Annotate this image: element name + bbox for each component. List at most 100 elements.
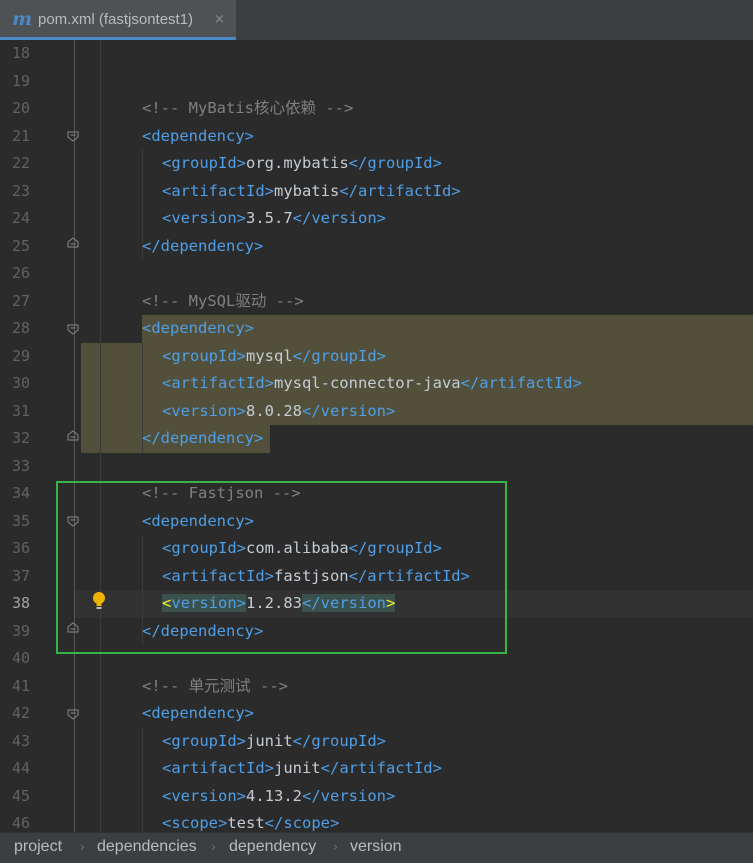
line-number: 28: [11, 319, 30, 337]
fold-expand-icon[interactable]: [67, 430, 79, 441]
indent-guide: [142, 727, 143, 832]
code-line[interactable]: <!-- MyBatis核心依赖 -->: [142, 95, 353, 123]
line-number: 23: [11, 181, 30, 200]
line-number: 25: [11, 236, 30, 255]
line-number: 32: [11, 429, 30, 447]
line-number: 27: [11, 291, 30, 310]
code-line[interactable]: <artifactId>junit</artifactId>: [162, 755, 442, 783]
line-number: 20: [11, 99, 30, 117]
line-number: 45: [11, 786, 30, 805]
xml-tag: <version>: [162, 786, 246, 805]
fold-collapse-icon[interactable]: [67, 131, 79, 142]
line-number: 44: [11, 759, 30, 777]
line-number: 41: [11, 676, 30, 695]
xml-tag: <dependency>: [142, 319, 254, 337]
indent-guide: [100, 40, 101, 832]
code-line[interactable]: <dependency>: [142, 315, 254, 343]
xml-text: test: [227, 814, 265, 832]
line-number: 29: [11, 346, 30, 365]
close-icon[interactable]: ×: [214, 12, 225, 28]
line-number: 34: [11, 484, 30, 502]
xml-tag: <dependency>: [142, 126, 254, 145]
code-line[interactable]: </dependency>: [142, 233, 263, 261]
breadcrumb-separator: ›: [80, 838, 85, 854]
xml-tag: <groupId>: [162, 731, 246, 750]
fold-collapse-icon[interactable]: [67, 709, 79, 720]
breadcrumb-version[interactable]: version: [350, 838, 402, 856]
line-number: 40: [11, 649, 30, 667]
xml-tag: <scope>: [162, 814, 228, 832]
code-line[interactable]: <dependency>: [142, 123, 254, 151]
xml-comment: <!-- MySQL驱动 -->: [142, 291, 304, 310]
code-line[interactable]: <version>8.0.28</version>: [162, 398, 395, 426]
xml-tag: <groupId>: [162, 154, 246, 172]
tab-pom-xml[interactable]: m pom.xml (fastjsontest1) ×: [0, 0, 236, 40]
xml-text: mybatis: [273, 181, 340, 200]
code-line[interactable]: <artifactId>mysql-connector-java</artifa…: [162, 370, 582, 398]
line-number: 38: [11, 594, 30, 612]
maven-m-icon: m: [12, 8, 33, 30]
line-number: 35: [11, 511, 30, 530]
xml-tag: </dependency>: [142, 236, 264, 255]
code-line[interactable]: </dependency>: [142, 425, 263, 453]
line-number: 21: [11, 126, 30, 145]
editor-tab-bar: m pom.xml (fastjsontest1) ×: [0, 0, 753, 41]
line-number: 46: [11, 814, 30, 832]
line-number: 33: [11, 456, 30, 475]
annotation-box: [56, 481, 507, 654]
line-number: 18: [11, 44, 30, 62]
code-line[interactable]: <artifactId>mybatis</artifactId>: [162, 178, 461, 206]
code-line[interactable]: <groupId>junit</groupId>: [162, 728, 386, 756]
breadcrumb: project › dependencies › dependency › ve…: [0, 832, 753, 863]
line-number: 39: [11, 621, 30, 640]
highlight-band: [81, 342, 142, 453]
xml-tag: <artifactId>: [162, 181, 274, 200]
line-number: 31: [11, 401, 30, 420]
xml-text: 8.0.28: [246, 401, 302, 420]
code-line[interactable]: <version>3.5.7</version>: [162, 205, 386, 233]
fold-collapse-icon[interactable]: [67, 324, 79, 335]
line-number: 36: [11, 539, 30, 557]
xml-tag: <artifactId>: [162, 374, 274, 392]
xml-tag: <version>: [162, 401, 246, 420]
breadcrumb-separator: ›: [333, 838, 338, 854]
xml-text: mysql: [246, 346, 293, 365]
line-number: 19: [11, 71, 30, 90]
breadcrumb-project[interactable]: project: [14, 838, 62, 856]
line-number: 42: [11, 704, 30, 722]
xml-comment: <!-- 单元测试 -->: [142, 676, 288, 695]
xml-tag: </scope>: [264, 814, 340, 832]
code-line[interactable]: <scope>test</scope>: [162, 810, 339, 832]
xml-text: junit: [273, 759, 321, 777]
xml-comment: <!-- MyBatis核心依赖 -->: [142, 99, 354, 117]
xml-tag: <artifactId>: [162, 759, 274, 777]
xml-tag: </groupId>: [292, 346, 386, 365]
xml-tag: </artifactId>: [460, 374, 582, 392]
xml-tag: </version>: [302, 786, 396, 805]
line-number: 24: [11, 209, 30, 227]
line-number: 43: [11, 731, 30, 750]
xml-text: 3.5.7: [246, 209, 293, 227]
code-line[interactable]: <!-- 单元测试 -->: [142, 673, 288, 701]
line-number: 26: [11, 264, 30, 282]
xml-text: junit: [246, 731, 293, 750]
line-number: 22: [11, 154, 30, 172]
code-line[interactable]: <groupId>org.mybatis</groupId>: [162, 150, 442, 178]
xml-tag: </version>: [292, 209, 386, 227]
xml-tag: </artifactId>: [320, 759, 442, 777]
xml-tag: <groupId>: [162, 346, 246, 365]
xml-tag: </version>: [302, 401, 396, 420]
line-number: 30: [11, 374, 30, 392]
code-line[interactable]: <!-- MySQL驱动 -->: [142, 288, 304, 316]
line-number: 37: [11, 566, 30, 585]
breadcrumb-dependencies[interactable]: dependencies: [97, 838, 197, 856]
xml-tag: </artifactId>: [339, 181, 461, 200]
code-line[interactable]: <dependency>: [142, 700, 254, 728]
code-line[interactable]: <groupId>mysql</groupId>: [162, 343, 386, 371]
code-editor[interactable]: 18 19 20 <!-- MyBatis核心依赖 --> 21 <dependency>…: [0, 40, 753, 832]
xml-tag: </groupId>: [348, 154, 442, 172]
fold-expand-icon[interactable]: [67, 237, 79, 248]
code-line[interactable]: <version>4.13.2</version>: [162, 783, 395, 811]
xml-text: mysql-connector-java: [273, 374, 461, 392]
breadcrumb-dependency[interactable]: dependency: [229, 838, 316, 856]
